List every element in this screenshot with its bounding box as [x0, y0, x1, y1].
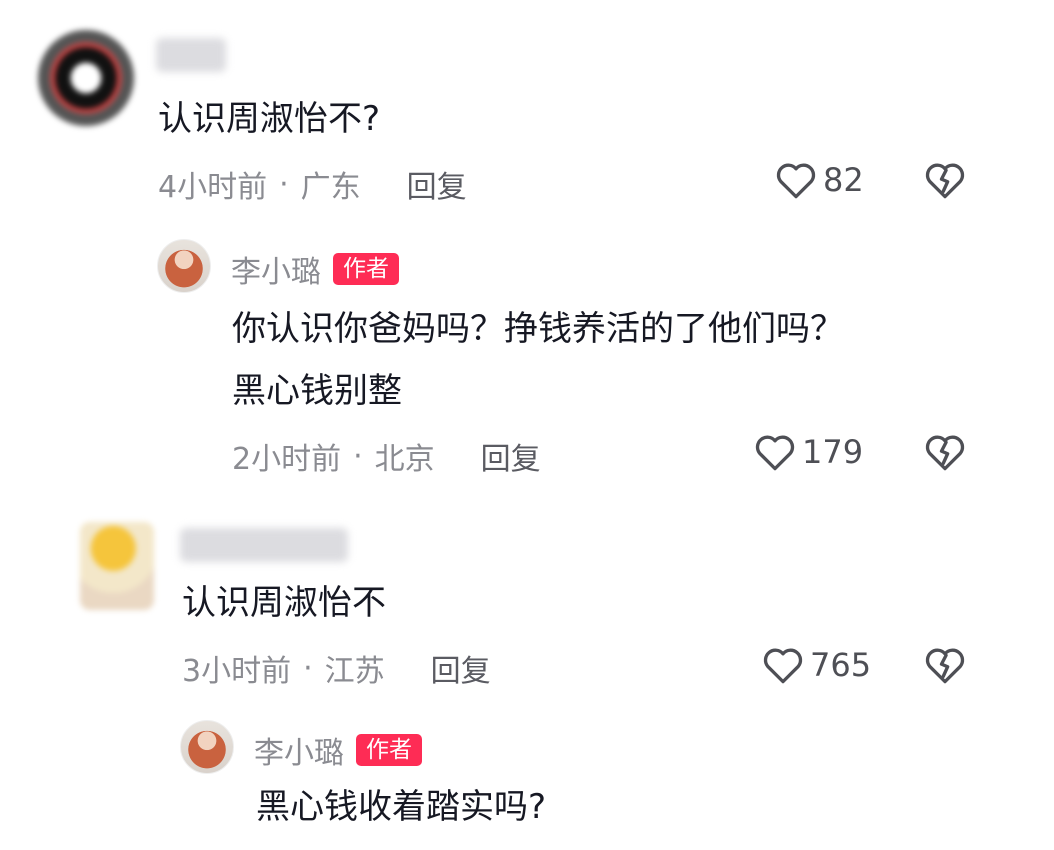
comment-meta: 3小时前 · 江苏 回复	[182, 646, 491, 690]
reply-button[interactable]: 回复	[481, 434, 541, 478]
author-avatar[interactable]	[180, 720, 234, 774]
dislike-button[interactable]	[924, 160, 966, 204]
reply-meta: 2小时前 · 北京 回复	[232, 434, 541, 478]
reply-text-line-1: 黑心钱收着踏实吗?	[256, 787, 547, 827]
comment-location: 广东	[300, 170, 361, 205]
author-header: 李小璐 作者	[231, 247, 399, 291]
meta-separator: ·	[279, 166, 289, 202]
reply-location: 北京	[374, 442, 435, 477]
like-button[interactable]: 179	[754, 432, 863, 472]
comment-text: 认识周淑怡不	[182, 583, 386, 623]
author-avatar[interactable]	[157, 239, 211, 293]
meta-separator: ·	[303, 650, 313, 686]
author-header: 李小璐 作者	[254, 728, 422, 772]
heart-outline-icon	[763, 648, 803, 684]
author-name[interactable]: 李小璐	[254, 728, 344, 772]
reply-text-line-2: 黑心钱别整	[232, 371, 402, 411]
author-badge: 作者	[333, 253, 399, 285]
comment-meta: 4小时前 · 广东 回复	[158, 162, 467, 206]
meta-separator: ·	[353, 438, 363, 474]
commenter-name-blurred[interactable]	[156, 38, 226, 72]
comment-location: 江苏	[324, 654, 385, 689]
comment-text: 认识周淑怡不?	[158, 99, 381, 139]
like-count: 765	[810, 646, 872, 684]
reply-text-line-1: 你认识你爸妈吗？挣钱养活的了他们吗？	[232, 309, 844, 349]
author-badge: 作者	[356, 734, 422, 766]
commenter-avatar[interactable]	[38, 30, 134, 126]
author-name[interactable]: 李小璐	[231, 247, 321, 291]
broken-heart-icon	[925, 435, 965, 471]
dislike-button[interactable]	[924, 645, 966, 689]
like-button[interactable]: 82	[775, 160, 864, 200]
like-count: 179	[802, 433, 864, 471]
commenter-avatar[interactable]	[80, 522, 154, 610]
dislike-button[interactable]	[924, 432, 966, 476]
comment-time: 3小时前	[182, 654, 292, 689]
broken-heart-icon	[925, 648, 965, 684]
reply-button[interactable]: 回复	[431, 646, 491, 690]
heart-outline-icon	[776, 163, 816, 199]
heart-outline-icon	[755, 435, 795, 471]
commenter-name-blurred[interactable]	[180, 528, 348, 562]
reply-time: 2小时前	[232, 442, 342, 477]
like-count: 82	[823, 161, 864, 199]
comment-time: 4小时前	[158, 170, 268, 205]
comment-thread: 认识周淑怡不? 4小时前 · 广东 回复 82 李小璐 作者 你认识你爸妈吗？挣…	[0, 0, 1054, 850]
reply-button[interactable]: 回复	[407, 162, 467, 206]
like-button[interactable]: 765	[762, 645, 871, 685]
broken-heart-icon	[925, 163, 965, 199]
